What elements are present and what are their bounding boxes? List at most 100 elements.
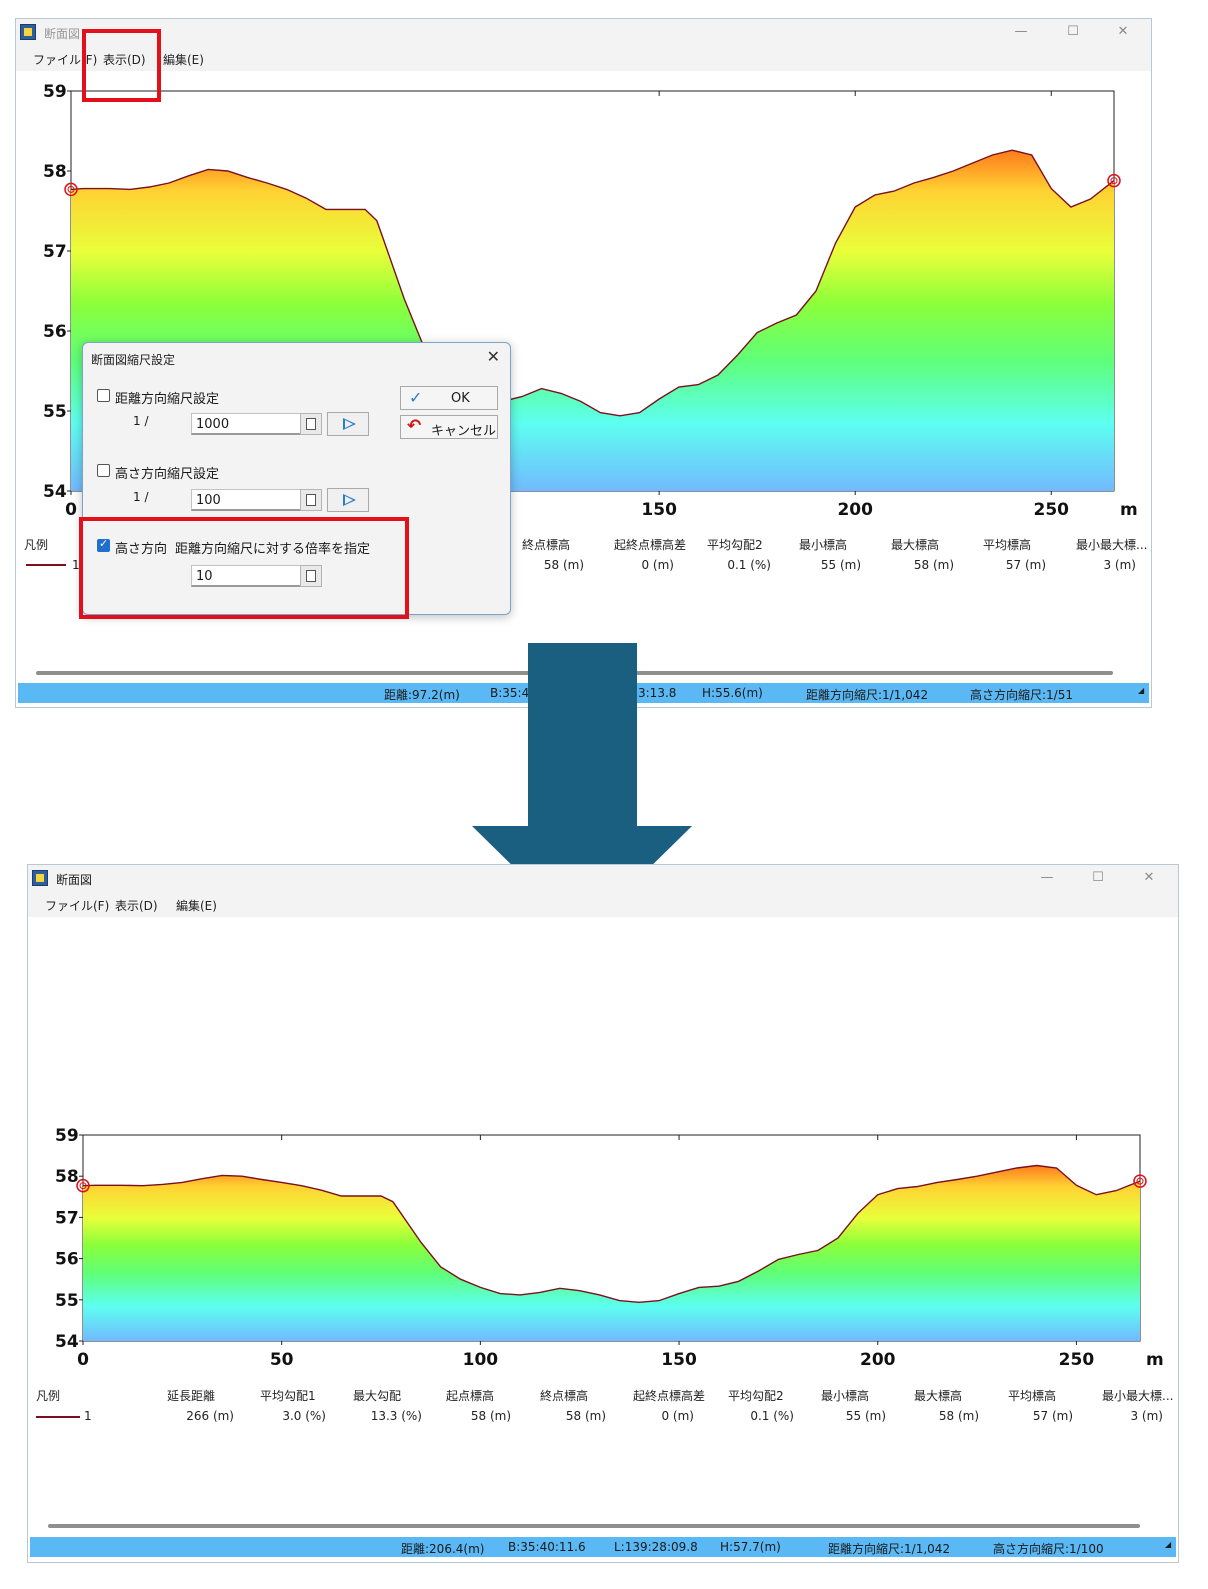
menu-edit[interactable]: 編集(E) — [163, 51, 204, 68]
distance-scale-label: 距離方向縮尺設定 — [115, 392, 220, 407]
stats-header[interactable]: 延長距離 — [167, 1387, 215, 1404]
y-tick-label: 59 — [43, 82, 67, 102]
status-distance-scale: 距離方向縮尺:1/1,042 — [828, 1542, 951, 1556]
status-height-scale: 高さ方向縮尺:1/100 — [993, 1542, 1104, 1556]
apply-height-button[interactable] — [327, 488, 369, 512]
menu-bar: ファイル(F) 表示(D) 編集(E) — [28, 893, 1178, 917]
stats-value: 58 (m) — [543, 558, 584, 572]
stats-header[interactable]: 平均標高 — [1008, 1387, 1056, 1404]
window-title: 断面図 — [56, 873, 93, 887]
y-tick-label: 56 — [55, 1250, 79, 1270]
stats-header[interactable]: 最大標高 — [891, 536, 939, 553]
stats-header[interactable]: 最大標高 — [914, 1387, 962, 1404]
window-title: 断面図 — [44, 27, 81, 41]
highlight-view-menu — [82, 29, 161, 102]
ok-label: OK — [451, 391, 470, 406]
stats-value: 58 (m) — [913, 558, 954, 572]
close-button[interactable]: ✕ — [1112, 22, 1134, 42]
dialog-title: 断面図縮尺設定 — [91, 353, 176, 367]
y-tick-label: 57 — [55, 1208, 79, 1228]
stats-header[interactable]: 起終点標高差 — [633, 1387, 705, 1404]
stats-header[interactable]: 平均標高 — [983, 536, 1031, 553]
y-tick-label: 59 — [55, 1126, 79, 1146]
minimize-button[interactable]: — — [1010, 22, 1032, 42]
y-tick-label: 57 — [43, 242, 67, 262]
checkmark-icon: ✓ — [409, 388, 423, 407]
y-tick-label: 55 — [43, 402, 67, 422]
maximize-button[interactable]: ☐ — [1087, 868, 1109, 888]
stats-value: 55 (m) — [845, 1409, 886, 1423]
stats-value: 0 (m) — [641, 558, 674, 572]
top-window: 断面図 — ☐ ✕ ファイル(F) 表示(D) 編集(E) 54 55 56 57 58… — [15, 18, 1152, 708]
stats-header[interactable]: 平均勾配2 — [728, 1387, 784, 1404]
undo-icon: ↶ — [407, 416, 422, 436]
close-button[interactable]: ✕ — [1138, 868, 1160, 888]
ok-button[interactable]: ✓ OK — [400, 386, 498, 410]
distance-scale-input[interactable]: 1000 — [191, 413, 301, 435]
menu-file[interactable]: ファイル(F) — [45, 897, 109, 914]
y-tick-label: 54 — [55, 1332, 79, 1352]
x-tick-label: 200 — [860, 1350, 896, 1370]
stats-header[interactable]: 平均勾配2 — [707, 536, 763, 553]
status-longitude: L:139:28:09.8 — [614, 1540, 698, 1554]
status-latitude: B:35:40:11.6 — [508, 1540, 586, 1554]
distance-prefix: 1 / — [133, 414, 149, 428]
minimize-button[interactable]: — — [1036, 868, 1058, 888]
x-tick-label: 100 — [463, 1350, 499, 1370]
horizontal-scrollbar[interactable] — [36, 671, 1113, 675]
x-tick-label: 0 — [77, 1350, 89, 1370]
dialog-close-button[interactable]: ✕ — [487, 347, 500, 366]
status-longitude: 3:13.8 — [638, 686, 677, 700]
menu-edit[interactable]: 編集(E) — [176, 897, 217, 914]
app-icon — [20, 24, 36, 40]
stats-header[interactable]: 最小標高 — [799, 536, 847, 553]
status-latitude: B:35:40 — [490, 686, 537, 700]
profile-chart[interactable]: 54 55 56 57 58 59 0 50 100 150 200 250 m — [28, 917, 1178, 1377]
stats-value: 58 (m) — [938, 1409, 979, 1423]
stats-header[interactable]: 最小最大標... — [1102, 1387, 1173, 1404]
x-unit-label: m — [1146, 1350, 1164, 1370]
maximize-button[interactable]: ☐ — [1062, 22, 1084, 42]
status-distance: 距離:206.4(m) — [401, 1542, 485, 1556]
stats-header[interactable]: 起終点標高差 — [614, 536, 686, 553]
height-scale-checkbox[interactable] — [97, 464, 110, 477]
x-tick-label: 250 — [1059, 1350, 1095, 1370]
x-tick-label: 50 — [270, 1350, 294, 1370]
stats-header[interactable]: 凡例 — [36, 1387, 60, 1404]
status-height: H:55.6(m) — [702, 686, 763, 700]
menu-bar: ファイル(F) 表示(D) 編集(E) — [16, 47, 1151, 71]
stats-header[interactable]: 最小標高 — [821, 1387, 869, 1404]
height-prefix: 1 / — [133, 490, 149, 504]
calculator-icon[interactable] — [300, 413, 322, 435]
stats-header[interactable]: 終点標高 — [540, 1387, 588, 1404]
status-distance: 距離:97.2(m) — [384, 688, 460, 702]
stats-header[interactable]: 平均勾配1 — [260, 1387, 316, 1404]
cancel-button[interactable]: ↶ キャンセル — [400, 415, 498, 439]
distance-scale-checkbox[interactable] — [97, 389, 110, 402]
stats-header[interactable]: 終点標高 — [522, 536, 570, 553]
y-tick-label: 56 — [43, 322, 67, 342]
stats-value: 3 (m) — [1130, 1409, 1163, 1423]
resize-grip[interactable]: ◢ — [1138, 686, 1146, 695]
apply-distance-button[interactable] — [327, 412, 369, 436]
stats-value: 0.1 (%) — [727, 558, 771, 572]
height-scale-input[interactable]: 100 — [191, 489, 301, 511]
resize-grip[interactable]: ◢ — [1165, 1540, 1173, 1549]
stats-header[interactable]: 最大勾配 — [353, 1387, 401, 1404]
stats-value: 3.0 (%) — [282, 1409, 326, 1423]
title-bar: 断面図 — ☐ ✕ — [16, 19, 1151, 47]
status-distance-scale: 距離方向縮尺:1/1,042 — [806, 688, 929, 702]
stats-header[interactable]: 最小最大標... — [1076, 536, 1147, 553]
stats-value: 13.3 (%) — [370, 1409, 422, 1423]
x-tick-label: 200 — [837, 500, 873, 520]
stats-value: 0 (m) — [661, 1409, 694, 1423]
title-bar: 断面図 — ☐ ✕ — [28, 865, 1178, 893]
stats-header[interactable]: 起点標高 — [446, 1387, 494, 1404]
calculator-icon[interactable] — [300, 489, 322, 511]
stats-value: 58 (m) — [470, 1409, 511, 1423]
y-tick-label: 58 — [55, 1167, 79, 1187]
stats-value: 55 (m) — [820, 558, 861, 572]
menu-view[interactable]: 表示(D) — [115, 897, 158, 914]
stats-header[interactable]: 凡例 — [24, 536, 48, 553]
horizontal-scrollbar[interactable] — [48, 1524, 1140, 1528]
